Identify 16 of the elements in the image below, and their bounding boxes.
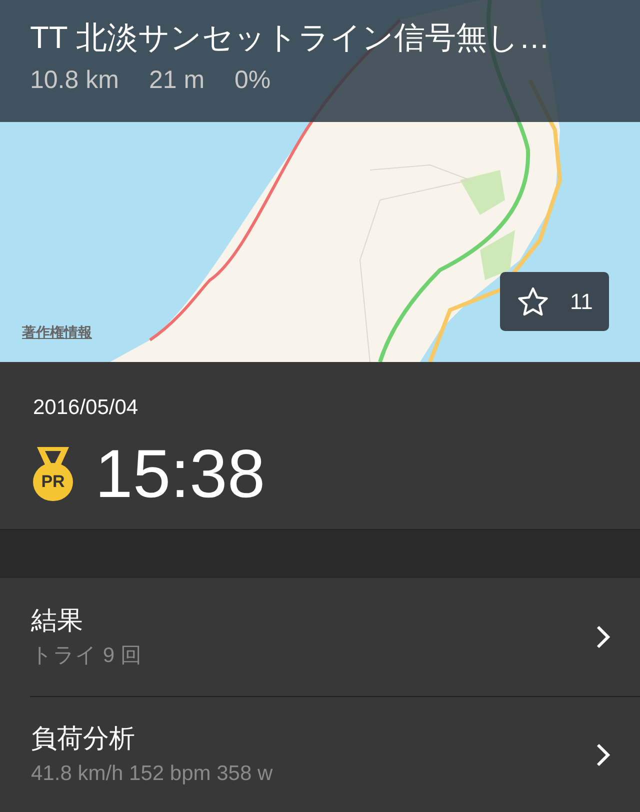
route-title: TT 北淡サンセットライン信号無し… xyxy=(30,19,551,57)
row-title: 負荷分析 xyxy=(31,722,136,754)
chevron-icon xyxy=(596,743,610,767)
row-subtitle: トライ 9 回 xyxy=(31,643,142,669)
route-stat: 21 m xyxy=(148,65,205,96)
route-stat: 10.8 km xyxy=(30,65,119,96)
row-subtitle: 41.8 km/h 152 bpm 358 w xyxy=(31,761,274,787)
date-label: 2016/05/04 xyxy=(33,395,140,421)
star-icon xyxy=(516,284,550,318)
elapsed-time: 15:38 xyxy=(95,438,266,510)
favorite-count: 11 xyxy=(570,288,593,316)
chevron-icon xyxy=(596,625,610,649)
row-title: 結果 xyxy=(31,604,84,636)
favorite-button[interactable]: 11 xyxy=(500,272,609,331)
legal-link[interactable]: 著作権情報 xyxy=(22,322,92,343)
route-stat: 0% xyxy=(234,65,271,96)
